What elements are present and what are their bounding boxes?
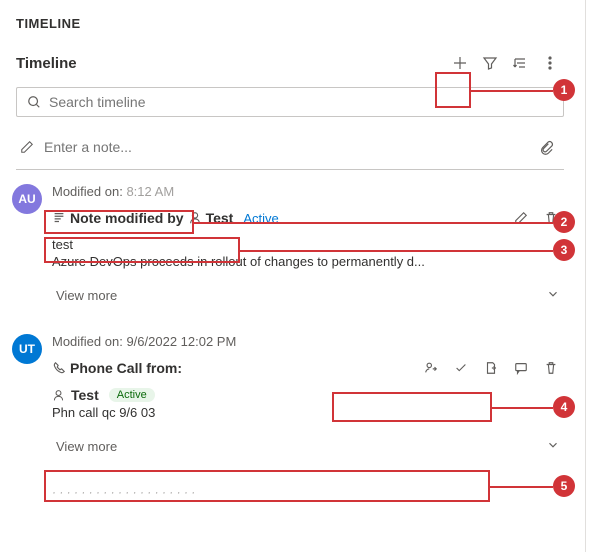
modified-time: 8:12 AM [126, 184, 174, 199]
more-button[interactable] [536, 49, 564, 77]
subject-text: Phone Call from: [70, 360, 182, 376]
search-icon [27, 95, 41, 109]
status-link[interactable]: Active [243, 211, 278, 226]
right-divider [585, 0, 586, 552]
pencil-icon [514, 211, 528, 225]
view-more-button[interactable]: View more [52, 279, 564, 312]
modified-label: Modified on: [52, 184, 123, 199]
from-line: Test Active [52, 387, 564, 403]
phone-icon [52, 361, 66, 375]
timeline-toolbar: Timeline [16, 49, 564, 77]
person-icon [188, 211, 202, 225]
view-more-button[interactable]: View more [52, 430, 564, 463]
avatar: UT [12, 334, 42, 364]
filter-button[interactable] [476, 49, 504, 77]
auto-post-partial: · · · · · · · · · · · · · · · · · · · · [16, 485, 564, 499]
plus-icon [452, 55, 468, 71]
view-more-label: View more [56, 288, 117, 303]
reply-button[interactable] [508, 355, 534, 381]
entry-title: test [52, 237, 564, 252]
timeline-entry: UT Modified on: 9/6/2022 12:02 PM Phone … [16, 334, 564, 463]
modified-label: Modified on: [52, 334, 123, 349]
add-button[interactable] [446, 49, 474, 77]
more-vertical-icon [542, 55, 558, 71]
person-arrow-icon [424, 361, 438, 375]
delete-button[interactable] [538, 355, 564, 381]
timeline-entry: AU Modified on: 8:12 AM Note modified by… [16, 184, 564, 312]
actor-name: Test [71, 387, 99, 403]
entry-actions [508, 205, 564, 231]
chevron-down-icon [546, 438, 560, 455]
pencil-icon [20, 140, 34, 154]
note-icon [52, 211, 66, 225]
toolbar-actions [446, 49, 564, 77]
entry-actions [418, 355, 564, 381]
subject-text: Note modified by [70, 210, 184, 226]
avatar: AU [12, 184, 42, 214]
chevron-down-icon [546, 287, 560, 304]
chat-icon [514, 361, 528, 375]
open-record-button[interactable] [478, 355, 504, 381]
check-icon [454, 361, 468, 375]
section-header: TIMELINE [16, 16, 564, 31]
view-more-label: View more [56, 439, 117, 454]
note-input[interactable] [44, 139, 532, 155]
trash-icon [544, 361, 558, 375]
sort-button[interactable] [506, 49, 534, 77]
person-icon [52, 389, 65, 402]
note-input-row[interactable] [16, 127, 564, 170]
modified-time: 9/6/2022 12:02 PM [126, 334, 236, 349]
paperclip-icon [539, 140, 554, 155]
modified-line: Modified on: 8:12 AM [52, 184, 564, 199]
complete-button[interactable] [448, 355, 474, 381]
modified-line: Modified on: 9/6/2022 12:02 PM [52, 334, 564, 349]
subject-row: Phone Call from: [52, 355, 564, 381]
actor-name: Test [206, 210, 234, 226]
funnel-icon [482, 55, 498, 71]
entry-body: Azure DevOps proceeds in rollout of chan… [52, 254, 564, 269]
delete-button[interactable] [538, 205, 564, 231]
entry-title: Phn call qc 9/6 03 [52, 405, 564, 420]
timeline-title: Timeline [16, 55, 446, 72]
search-box[interactable] [16, 87, 564, 117]
subject-row: Note modified by Test Active [52, 205, 564, 231]
search-input[interactable] [49, 94, 553, 110]
status-badge: Active [109, 388, 155, 402]
document-arrow-icon [484, 361, 498, 375]
attach-button[interactable] [532, 133, 560, 161]
trash-icon [544, 211, 558, 225]
assign-button[interactable] [418, 355, 444, 381]
sort-icon [512, 55, 528, 71]
edit-button[interactable] [508, 205, 534, 231]
